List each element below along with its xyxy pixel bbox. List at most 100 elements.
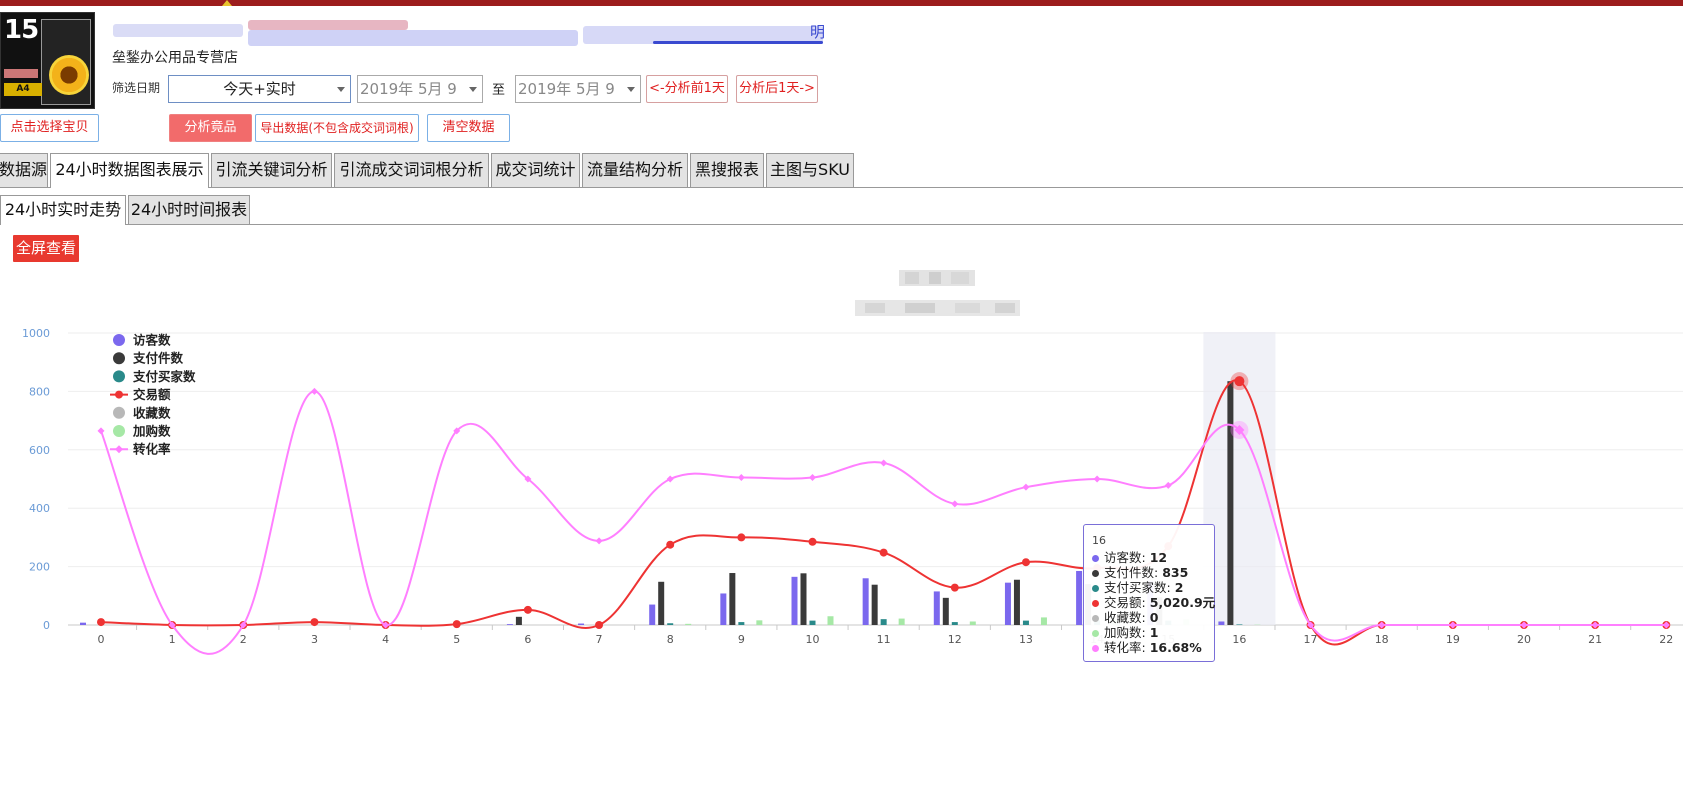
bar[interactable]: [506, 624, 513, 625]
tab-keyword-roots[interactable]: 引流成交词词根分析: [334, 153, 489, 187]
data-point[interactable]: [310, 387, 318, 395]
legend-label[interactable]: 访客数: [133, 333, 171, 348]
hourly-trend-chart[interactable]: 02004006008001000 0123456789101112131415…: [0, 320, 1683, 660]
bar[interactable]: [933, 591, 940, 625]
tab-main-image-sku[interactable]: 主图与SKU: [766, 153, 854, 187]
legend-label[interactable]: 支付件数: [132, 351, 184, 366]
analyze-competitor-button[interactable]: 分析竟品: [169, 114, 252, 142]
bar[interactable]: [871, 584, 878, 625]
data-point[interactable]: [951, 500, 959, 508]
legend-marker: [113, 406, 125, 419]
data-point[interactable]: [879, 548, 888, 557]
data-point[interactable]: [97, 618, 105, 627]
bar[interactable]: [80, 622, 86, 625]
data-point[interactable]: [809, 474, 816, 482]
data-point[interactable]: [310, 618, 319, 627]
tab-deal-keywords[interactable]: 成交词统计: [491, 153, 580, 187]
bar[interactable]: [1076, 570, 1083, 625]
data-point[interactable]: [452, 620, 461, 629]
bar[interactable]: [685, 623, 692, 625]
bar[interactable]: [515, 616, 522, 625]
fullscreen-button[interactable]: 全屏查看: [13, 235, 79, 262]
data-point[interactable]: [97, 427, 105, 435]
chart-legend[interactable]: 访客数支付件数支付买家数交易额收藏数加购数转化率: [110, 333, 196, 457]
bar[interactable]: [720, 593, 727, 625]
bar[interactable]: [1022, 620, 1029, 625]
tab-traffic-keywords[interactable]: 引流关键词分析: [211, 153, 332, 187]
legend-label[interactable]: 交易额: [133, 387, 171, 402]
title-fragment[interactable]: 明: [810, 21, 825, 42]
product-title-link[interactable]: [113, 18, 823, 46]
bar[interactable]: [791, 576, 798, 625]
legend-label[interactable]: 支付买家数: [132, 369, 196, 384]
y-tick-label: 200: [29, 561, 50, 574]
data-point[interactable]: [666, 540, 675, 549]
tooltip-label: 访客数:: [1104, 550, 1150, 565]
bar[interactable]: [862, 578, 869, 625]
x-tick-label: 9: [738, 633, 745, 646]
bar[interactable]: [1004, 582, 1011, 625]
data-point[interactable]: [950, 583, 959, 592]
data-point[interactable]: [808, 537, 817, 546]
data-point[interactable]: [1093, 475, 1101, 483]
bar[interactable]: [942, 597, 949, 625]
end-date-select[interactable]: 2019年 5月 9: [515, 75, 641, 103]
data-point[interactable]: [1021, 558, 1030, 567]
bar[interactable]: [809, 620, 816, 625]
bar[interactable]: [800, 573, 807, 625]
tab-data-source[interactable]: 数据源: [0, 153, 48, 187]
tab-24h-charts[interactable]: 24小时数据图表展示: [50, 153, 209, 188]
data-point[interactable]: [595, 537, 603, 545]
clear-data-button[interactable]: 清空数据: [427, 114, 510, 142]
legend-label[interactable]: 加购数: [132, 424, 171, 439]
data-point[interactable]: [737, 474, 745, 482]
data-point[interactable]: [666, 475, 674, 483]
product-thumbnail[interactable]: 15 A4: [0, 12, 95, 109]
bar[interactable]: [827, 616, 834, 625]
export-data-button[interactable]: 导出数据(不包含成交词词根): [255, 114, 419, 142]
start-date-select[interactable]: 2019年 5月 9: [357, 75, 483, 103]
series-line[interactable]: [100, 390, 1667, 655]
bar[interactable]: [729, 573, 736, 625]
legend-label[interactable]: 收藏数: [133, 405, 171, 420]
data-point[interactable]: [523, 605, 532, 614]
series-line[interactable]: [100, 379, 1667, 646]
x-tick-label: 4: [382, 633, 389, 646]
bar[interactable]: [951, 622, 958, 625]
bar[interactable]: [756, 620, 763, 625]
data-point[interactable]: [1234, 376, 1245, 387]
bar[interactable]: [1013, 579, 1020, 625]
tooltip-label: 支付买家数:: [1104, 580, 1175, 595]
bar[interactable]: [649, 604, 656, 625]
top-banner: [0, 0, 1683, 6]
next-day-button[interactable]: 分析后1天->: [736, 75, 818, 103]
bar[interactable]: [667, 623, 674, 625]
subtab-hourly-report[interactable]: 24小时时间报表: [128, 195, 250, 224]
bar[interactable]: [969, 621, 976, 625]
data-point[interactable]: [737, 533, 746, 542]
bar[interactable]: [1040, 617, 1047, 625]
subtab-realtime-trend[interactable]: 24小时实时走势: [0, 195, 126, 225]
bar[interactable]: [1218, 621, 1225, 625]
pick-item-button[interactable]: 点击选择宝贝: [0, 114, 99, 142]
bar[interactable]: [898, 618, 905, 625]
tab-black-search[interactable]: 黑搜报表: [690, 153, 764, 187]
bar[interactable]: [1236, 624, 1243, 625]
bar[interactable]: [1227, 381, 1234, 625]
bar[interactable]: [880, 619, 887, 625]
data-point[interactable]: [880, 459, 888, 467]
date-range-value: 今天+实时: [223, 80, 296, 98]
line-series[interactable]: [97, 372, 1671, 655]
bar[interactable]: [738, 622, 745, 625]
prev-day-button[interactable]: <-分析前1天: [646, 75, 728, 103]
bar[interactable]: [658, 581, 665, 625]
data-point[interactable]: [1022, 483, 1030, 491]
tab-traffic-structure[interactable]: 流量结构分析: [582, 153, 688, 187]
data-point[interactable]: [595, 621, 604, 629]
link-underline: [653, 41, 823, 44]
date-range-select[interactable]: 今天+实时: [168, 75, 351, 103]
legend-label[interactable]: 转化率: [133, 442, 171, 457]
shop-name[interactable]: 垒鍫办公用品专营店: [112, 47, 238, 67]
data-point[interactable]: [1164, 481, 1172, 489]
bar[interactable]: [578, 623, 585, 625]
